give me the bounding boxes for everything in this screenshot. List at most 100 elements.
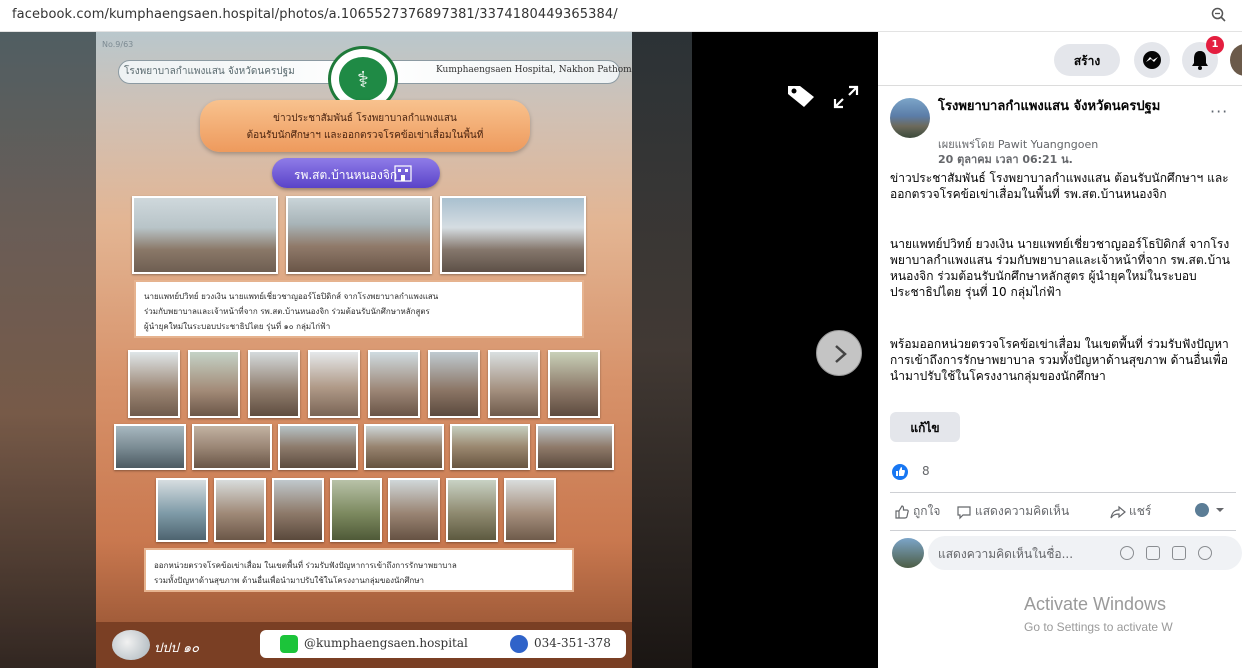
avatar-dropdown-icon (1195, 503, 1224, 517)
portrait-photo (488, 350, 540, 418)
exam-photo (156, 478, 208, 542)
building-icon (394, 165, 412, 182)
like-button[interactable]: ถูกใจ (894, 502, 940, 522)
svg-text:⚕: ⚕ (357, 68, 369, 93)
portrait-photo (368, 350, 420, 418)
top-nav: สร้าง 1 (878, 32, 1242, 86)
post-paragraph-3: พร้อมออกหน่วยตรวจโรคข้อเข่าเสื่อม ในเขตพ… (890, 337, 1229, 383)
thumbs-up-icon (895, 504, 909, 519)
caption1-line3: ผู้นำยุคใหม่ในระบอบประชาธิปไตย รุ่นที่ ๑… (144, 322, 331, 331)
activity-photo (450, 424, 530, 470)
caption1-line1: นายแพทย์ปวิทย์ ยวงเงิน นายแพทย์เชี่ยวชาญ… (144, 292, 439, 301)
messenger-icon (1143, 51, 1161, 69)
photo-viewer: No.9/63 โรงพยาบาลกำแพงแสน จังหวัดนครปฐม … (0, 32, 878, 668)
activity-photo (536, 424, 614, 470)
exam-photo (446, 478, 498, 542)
activate-windows-subtitle: Go to Settings to activate W (1024, 620, 1173, 634)
messenger-button[interactable] (1134, 42, 1170, 78)
group-photo-3 (440, 196, 586, 274)
portrait-photo (308, 350, 360, 418)
exam-photo (388, 478, 440, 542)
comment-icon (957, 505, 971, 519)
address-bar[interactable]: facebook.com/kumphaengsaen.hospital/phot… (0, 0, 1242, 32)
poster-caption-2: ออกหน่วยตรวจโรคข้อเข่าเสื่อม ในเขตพื้นที… (144, 548, 574, 592)
poster-headline-line1: ข่าวประชาสัมพันธ์ โรงพยาบาลกำแพงแสน (273, 113, 457, 124)
poster-caption-1: นายแพทย์ปวิทย์ ยวงเงิน นายแพทย์เชี่ยวชาญ… (134, 280, 584, 338)
page-name[interactable]: โรงพยาบาลกำแพงแสน จังหวัดนครปฐม (938, 98, 1188, 115)
create-button[interactable]: สร้าง (1054, 44, 1120, 76)
comment-label: แสดงความคิดเห็น (975, 504, 1070, 518)
caption2-line2: รวมทั้งปัญหาด้านสุขภาพ ด้านอื่นเพื่อนำมา… (154, 576, 425, 585)
comment-placeholder: แสดงความคิดเห็นในชื่อ... (938, 547, 1074, 561)
portrait-photo (548, 350, 600, 418)
sticker-icon[interactable] (1198, 546, 1212, 560)
divider (890, 492, 1236, 493)
poster-footer: ปปป ๑๐ @kumphaengsaen.hospital 034-351-3… (96, 622, 632, 668)
poster-issue-number: No.9/63 (102, 40, 134, 49)
tag-icon[interactable] (786, 82, 816, 108)
emoji-icon[interactable] (1120, 546, 1134, 560)
chevron-right-icon (835, 345, 847, 363)
edit-button[interactable]: แก้ไข (890, 412, 960, 442)
like-label: ถูกใจ (913, 504, 941, 518)
exam-photo (504, 478, 556, 542)
exam-photo (330, 478, 382, 542)
gif-icon[interactable] (1172, 546, 1186, 560)
like-reaction-icon[interactable] (892, 464, 908, 480)
post-paragraph-2: นายแพทย์ปวิทย์ ยวงเงิน นายแพทย์เชี่ยวชาญ… (890, 237, 1231, 299)
share-icon (1110, 505, 1126, 518)
more-options-icon[interactable]: ··· (1210, 102, 1228, 121)
poster-phone: 034-351-378 (534, 636, 611, 650)
url-text[interactable]: facebook.com/kumphaengsaen.hospital/phot… (12, 7, 618, 22)
poster-contact-box: @kumphaengsaen.hospital 034-351-378 (260, 630, 626, 658)
audience-selector[interactable] (1194, 502, 1226, 522)
activity-photo (192, 424, 272, 470)
caption1-line2: ร่วมกับพยาบาลและเจ้าหน้าที่จาก รพ.สต.บ้า… (144, 307, 430, 316)
blurred-background-right (632, 32, 692, 668)
camera-icon[interactable] (1146, 546, 1160, 560)
poster-place-label: รพ.สต.บ้านหนองจิก (294, 168, 398, 182)
activity-photo (364, 424, 444, 470)
comment-button[interactable]: แสดงความคิดเห็น (956, 502, 1069, 522)
notification-badge: 1 (1206, 36, 1224, 54)
portrait-photo (128, 350, 180, 418)
account-avatar[interactable] (1230, 44, 1242, 76)
commenter-avatar[interactable] (892, 538, 924, 568)
poster-place-badge: รพ.สต.บ้านหนองจิก (272, 158, 440, 188)
portrait-photo (248, 350, 300, 418)
activity-photo (114, 424, 186, 470)
portrait-photo (428, 350, 480, 418)
caption2-line1: ออกหน่วยตรวจโรคข้อเข่าเสื่อม ในเขตพื้นที… (154, 561, 457, 570)
poster-line-id: @kumphaengsaen.hospital (304, 636, 468, 650)
line-app-icon (280, 635, 298, 653)
share-button[interactable]: แชร์ (1110, 502, 1151, 522)
edit-button-label: แก้ไข (910, 421, 940, 435)
divider (890, 530, 1236, 531)
exam-photo (272, 478, 324, 542)
poster-image: No.9/63 โรงพยาบาลกำแพงแสน จังหวัดนครปฐม … (96, 32, 632, 668)
page-avatar[interactable] (890, 98, 930, 138)
create-button-label: สร้าง (1073, 54, 1101, 68)
activate-windows-title: Activate Windows (1024, 594, 1167, 614)
post-panel: สร้าง 1 โรงพยาบาลกำแพงแสน จังหวัดนครปฐม … (878, 32, 1242, 668)
activity-photo (278, 424, 358, 470)
comment-input[interactable]: แสดงความคิดเห็นในชื่อ... (928, 536, 1242, 570)
poster-footer-ppp: ปปป ๑๐ (154, 641, 200, 656)
poster-headline-line2: ต้อนรับนักศึกษาฯ และออกตรวจโรคข้อเข่าเสื… (246, 130, 484, 141)
group-photo-2 (286, 196, 432, 274)
phone-icon (510, 635, 528, 653)
like-count[interactable]: 8 (922, 464, 930, 478)
poster-hospital-thai: โรงพยาบาลกำแพงแสน จังหวัดนครปฐม (124, 66, 295, 77)
bird-logo (112, 630, 150, 660)
poster-hospital-english: Kumphaengsaen Hospital, Nakhon Pathom (436, 65, 632, 75)
share-label: แชร์ (1129, 504, 1152, 518)
zoom-icon[interactable] (1210, 6, 1228, 24)
next-photo-button[interactable] (816, 330, 862, 376)
exam-photo (214, 478, 266, 542)
poster-headline: ข่าวประชาสัมพันธ์ โรงพยาบาลกำแพงแสน ต้อน… (200, 100, 530, 152)
blurred-background-left (0, 32, 96, 668)
fullscreen-icon[interactable] (832, 84, 860, 110)
group-photo-1 (132, 196, 278, 274)
seal-emblem: ⚕ (339, 57, 387, 101)
post-date[interactable]: 20 ตุลาคม เวลา 06:21 น. (938, 150, 1073, 168)
